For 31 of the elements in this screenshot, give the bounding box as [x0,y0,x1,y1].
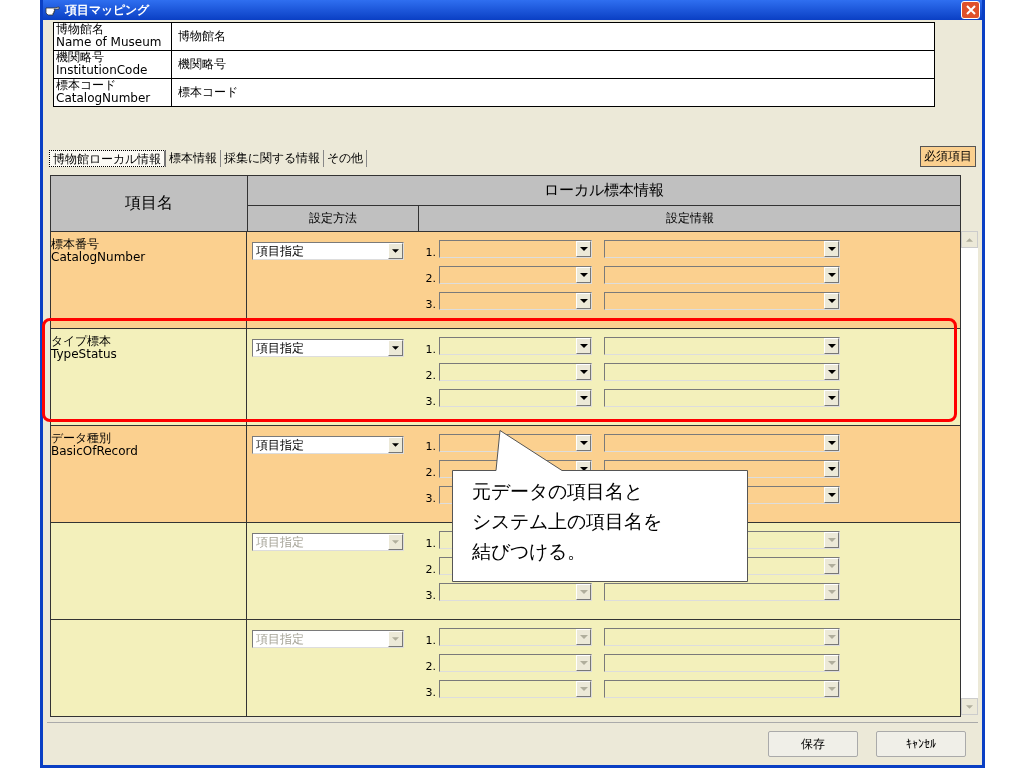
line-number: 1. [424,633,437,647]
line-number: 3. [424,685,437,699]
line-number: 1. [424,439,437,453]
required-legend: 必須項目 [920,146,976,167]
line-number: 1. [424,342,437,356]
line-number: 3. [424,491,437,505]
line-number: 2. [424,271,437,285]
window-title: 項目マッピング [65,1,151,19]
field-value: 機関略号 [177,56,226,73]
column-group-header: ローカル標本情報 [248,176,961,206]
line-number: 1. [424,536,437,550]
field-label: 機関略号 InstitutionCode [54,51,172,78]
line-number: 2. [424,659,437,673]
field-label: 標本コード CatalogNumber [54,79,172,106]
callout-text: 元データの項目名と システム上の項目名を 結びつける。 [472,479,662,564]
item-name: タイプ標本 TypeStatus [51,335,118,361]
line-number: 2. [424,368,437,382]
line-number: 2. [424,465,437,479]
field-label: 博物館名 Name of Museum [54,23,172,50]
column-header: 項目名 [51,176,248,231]
column-header: 設定情報 [664,210,715,227]
line-number: 3. [424,588,437,602]
line-number: 2. [424,562,437,576]
item-name: 標本番号 CatalogNumber [51,238,147,264]
item-name: データ種別 BasicOfRecord [51,432,139,458]
field-value: 標本コード [177,84,238,101]
line-number: 1. [424,245,437,259]
field-value: 博物館名 [177,28,226,45]
line-number: 3. [424,394,437,408]
column-header: 設定方法 [248,206,419,231]
line-number: 3. [424,297,437,311]
